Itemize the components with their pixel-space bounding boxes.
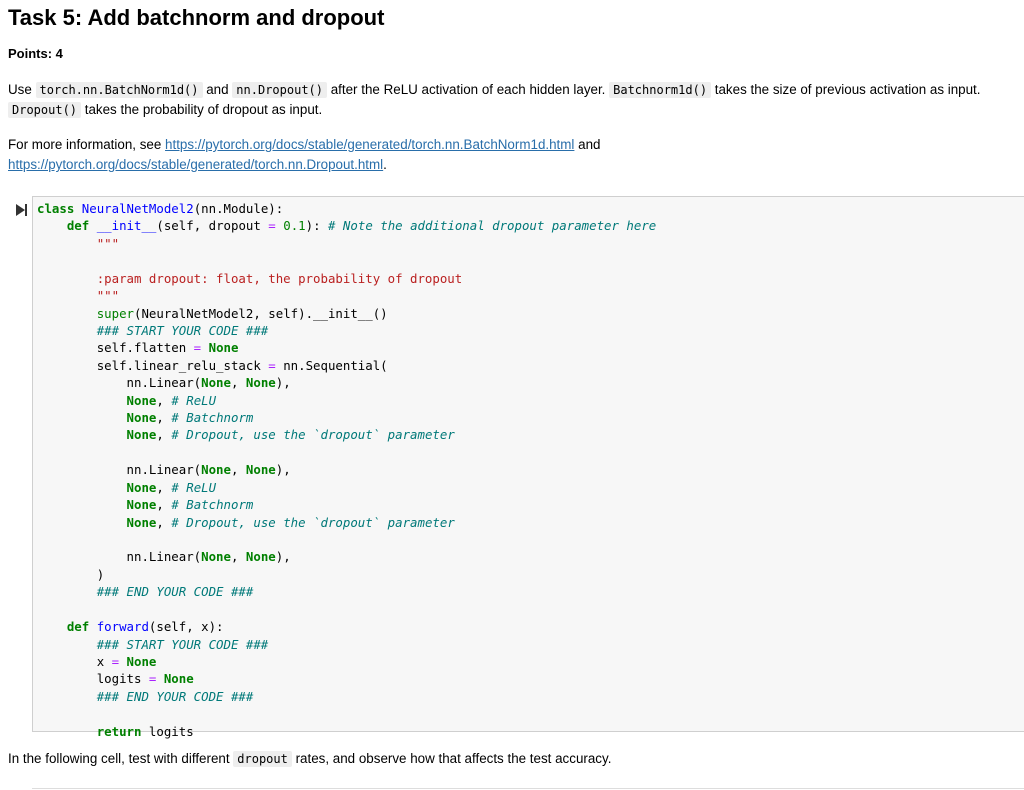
- inline-code: Batchnorm1d(): [609, 82, 712, 98]
- operator: =: [111, 653, 120, 669]
- none-literal: None: [126, 479, 157, 495]
- code-text: ,: [230, 375, 246, 391]
- inline-code: dropout: [233, 751, 292, 767]
- code-cell[interactable]: class NeuralNetModel2(nn.Module): def __…: [32, 196, 1024, 739]
- code-text: ,: [156, 392, 164, 408]
- dropout-doc-link[interactable]: https://pytorch.org/docs/stable/generate…: [8, 157, 383, 172]
- kw: return: [96, 723, 142, 739]
- comment: # Note the additional dropout parameter …: [328, 218, 657, 234]
- none-literal: None: [201, 462, 231, 478]
- code-text: logits: [96, 671, 149, 687]
- code-text: ),: [275, 549, 291, 565]
- comment: ### START YOUR CODE ###: [96, 322, 269, 338]
- operator: =: [268, 218, 276, 234]
- code-text: ,: [156, 427, 164, 443]
- comment: # Batchnorm: [171, 410, 254, 426]
- code-text: nn.Linear(: [126, 375, 202, 391]
- points-label: Points: 4: [8, 46, 63, 61]
- text: and: [574, 137, 601, 152]
- text: For more information, see: [8, 137, 166, 152]
- none-literal: None: [126, 497, 157, 513]
- code-text: nn.Sequential(: [275, 357, 388, 373]
- code-text: self.flatten: [96, 340, 194, 356]
- none-literal: None: [245, 549, 276, 565]
- code-text: nn.Linear(: [126, 462, 202, 478]
- operator: =: [193, 340, 202, 356]
- comment: # ReLU: [171, 392, 217, 408]
- code-text: ,: [156, 514, 164, 530]
- kw: def: [66, 619, 90, 635]
- none-literal: None: [201, 375, 231, 391]
- none-literal: None: [163, 671, 194, 687]
- fn-name: __init__: [96, 218, 157, 234]
- code-text: x: [96, 653, 112, 669]
- comment: # Dropout, use the `dropout` parameter: [171, 427, 455, 443]
- text: Use: [8, 82, 36, 97]
- none-literal: None: [126, 653, 157, 669]
- builtin: super: [96, 305, 134, 321]
- text: takes the size of previous activation as…: [711, 82, 981, 97]
- code-text: (nn.Module):: [193, 201, 284, 216]
- none-literal: None: [208, 340, 239, 356]
- kw: class: [37, 201, 75, 216]
- docstring: """: [96, 288, 120, 304]
- comment: ### START YOUR CODE ###: [96, 636, 269, 652]
- inline-code: torch.nn.BatchNorm1d(): [35, 82, 203, 98]
- code-text: (self, x):: [148, 619, 224, 635]
- text: takes the probability of dropout as inpu…: [81, 102, 323, 117]
- comment: ### END YOUR CODE ###: [96, 688, 254, 704]
- text: .: [383, 157, 387, 172]
- code-text: (NeuralNetModel2, self).__init__(): [134, 305, 388, 321]
- docstring: """: [96, 235, 120, 251]
- number: 0.1: [283, 218, 306, 234]
- batchnorm-doc-link[interactable]: https://pytorch.org/docs/stable/generate…: [165, 137, 574, 152]
- code-text: ,: [230, 549, 246, 565]
- code-text: ),: [275, 375, 291, 391]
- followup-paragraph: In the following cell, test with differe…: [8, 749, 1016, 769]
- operator: =: [268, 357, 276, 373]
- none-literal: None: [245, 462, 276, 478]
- inline-code: Dropout(): [8, 102, 82, 118]
- none-literal: None: [126, 514, 157, 530]
- run-cell-icon[interactable]: [14, 203, 28, 217]
- code-text: logits: [141, 723, 194, 739]
- info-paragraph: For more information, see https://pytorc…: [8, 135, 1016, 175]
- comment: # ReLU: [171, 479, 217, 495]
- instructions-paragraph: Use torch.nn.BatchNorm1d() and nn.Dropou…: [8, 80, 1016, 120]
- none-literal: None: [126, 427, 157, 443]
- docstring: :param dropout: float, the probability o…: [96, 270, 463, 286]
- comment: # Batchnorm: [171, 497, 254, 513]
- none-literal: None: [126, 392, 157, 408]
- text: after the ReLU activation of each hidden…: [327, 82, 610, 97]
- text: rates, and observe how that affects the …: [291, 751, 612, 766]
- none-literal: None: [245, 375, 276, 391]
- class-name: NeuralNetModel2: [81, 201, 194, 216]
- code-editor[interactable]: class NeuralNetModel2(nn.Module): def __…: [37, 200, 656, 740]
- comment: ### END YOUR CODE ###: [96, 584, 254, 600]
- kw: def: [66, 218, 90, 234]
- none-literal: None: [201, 549, 231, 565]
- comment: # Dropout, use the `dropout` parameter: [171, 514, 455, 530]
- text: and: [202, 82, 233, 97]
- code-text: ,: [156, 497, 164, 513]
- code-text: ,: [156, 410, 164, 426]
- code-text: (self, dropout: [156, 218, 269, 234]
- operator: =: [148, 671, 157, 687]
- code-text: ,: [230, 462, 246, 478]
- page-title: Task 5: Add batchnorm and dropout: [8, 5, 385, 30]
- code-text: ),: [275, 462, 291, 478]
- code-text: self.linear_relu_stack: [96, 357, 269, 373]
- divider: [32, 788, 1024, 789]
- code-text: nn.Linear(: [126, 549, 202, 565]
- code-text: ): [96, 566, 105, 582]
- fn-name: forward: [96, 619, 149, 635]
- none-literal: None: [126, 410, 157, 426]
- inline-code: nn.Dropout(): [232, 82, 327, 98]
- code-text: ,: [156, 479, 164, 495]
- code-text: ):: [305, 218, 329, 234]
- text: In the following cell, test with differe…: [8, 751, 234, 766]
